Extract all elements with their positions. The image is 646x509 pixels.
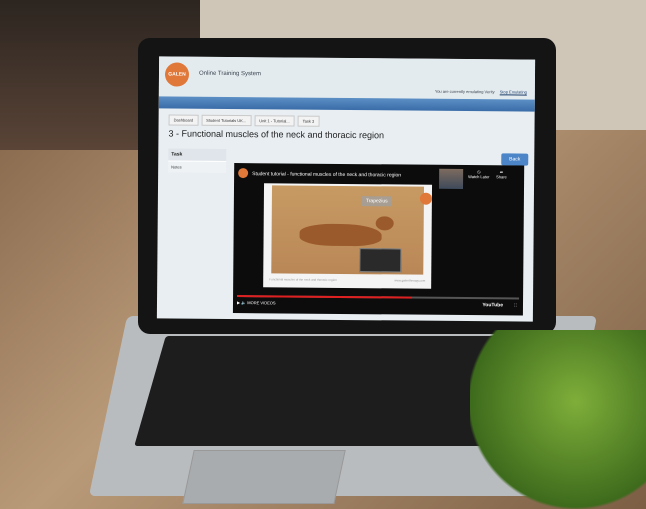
more-videos[interactable]: MORE VIDEOS: [247, 300, 275, 305]
volume-icon[interactable]: 🔈: [241, 300, 246, 305]
emulation-notice: You are currently emulating Verity Stop …: [435, 89, 527, 95]
dog-head: [375, 216, 394, 231]
app-header: GALEN Online Training System You are cur…: [158, 56, 536, 100]
plant-leaves: [470, 330, 646, 509]
galen-logo: GALEN: [164, 62, 190, 87]
sidebar-heading: Task: [168, 148, 227, 161]
stop-emulating-link[interactable]: Stop Emulating: [500, 89, 527, 94]
laptop-screen: GALEN Online Training System You are cur…: [156, 56, 536, 322]
back-button[interactable]: Back: [501, 153, 529, 166]
running-dog: [299, 223, 382, 247]
dog-photo: Trapezius: [271, 185, 432, 275]
presenter-thumbnail: [439, 168, 464, 190]
watch-later-button[interactable]: ◷ Watch Later: [468, 169, 490, 179]
breadcrumb: Dashboard Student Tutorials UK... Unit 1…: [168, 114, 320, 127]
frame-caption: Functional muscles of the neck and thora…: [269, 277, 337, 282]
page-title: 3 - Functional muscles of the neck and t…: [168, 128, 385, 141]
app-title: Online Training System: [198, 70, 262, 78]
video-player[interactable]: Student tutorial - functional muscles of…: [232, 163, 525, 316]
video-title[interactable]: Student tutorial - functional muscles of…: [252, 171, 401, 178]
fullscreen-icon[interactable]: ⛶: [514, 302, 517, 307]
galen-watermark: [419, 192, 432, 205]
video-frame: Trapezius Functional muscles of the neck…: [263, 183, 433, 289]
breadcrumb-task-3[interactable]: Task 3: [297, 115, 320, 127]
breadcrumb-unit-1[interactable]: Unit 1 - Tutorial...: [254, 115, 295, 127]
emulating-text: You are currently emulating Verity: [434, 88, 495, 95]
share-button[interactable]: ➦ Share: [496, 169, 507, 179]
task-sidebar: Task Notes: [168, 148, 227, 173]
breadcrumb-dashboard[interactable]: Dashboard: [168, 114, 199, 126]
sidebar-item-notes[interactable]: Notes: [168, 160, 227, 173]
player-controls-left: ▶ 🔈 MORE VIDEOS: [237, 300, 276, 305]
channel-avatar[interactable]: [238, 168, 249, 179]
frame-site: www.galentherapy.com: [394, 278, 426, 283]
progress-fill: [237, 295, 412, 299]
photo-scene: GALEN Online Training System You are cur…: [0, 0, 646, 509]
breadcrumb-student-tutorials[interactable]: Student Tutorials UK...: [201, 114, 252, 127]
share-label: Share: [496, 174, 507, 180]
progress-bar[interactable]: [237, 295, 520, 300]
skeleton-diagram: [359, 248, 402, 273]
play-icon[interactable]: ▶: [237, 300, 240, 305]
trapezius-label: Trapezius: [361, 196, 392, 207]
blue-band: [158, 96, 535, 112]
laptop-keyboard: [134, 336, 526, 446]
laptop-trackpad: [182, 450, 346, 504]
youtube-logo[interactable]: YouTube: [482, 302, 503, 308]
watch-later-label: Watch Later: [468, 174, 490, 180]
